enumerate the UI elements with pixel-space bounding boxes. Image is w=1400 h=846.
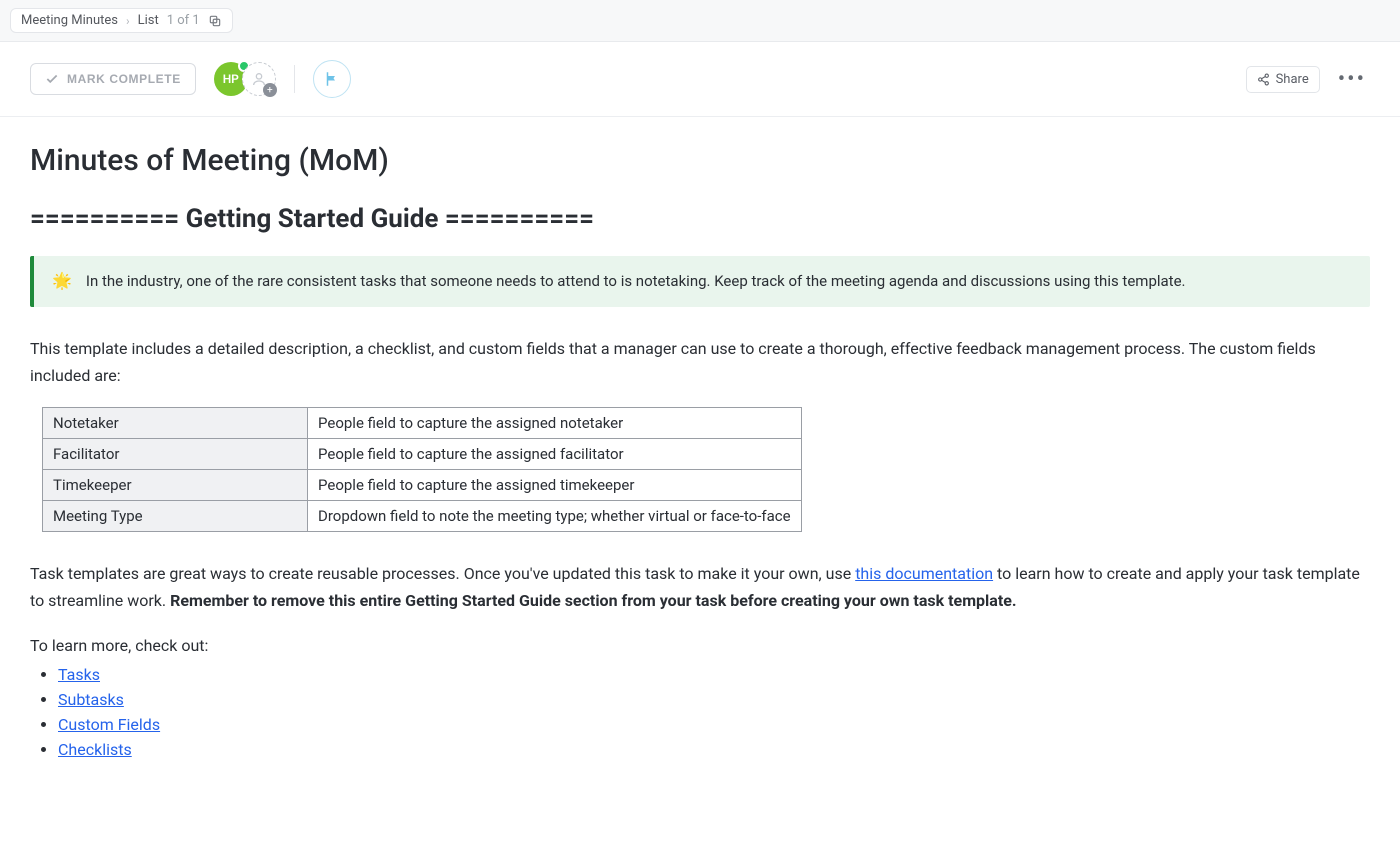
share-button[interactable]: Share [1246, 66, 1320, 93]
table-row: Notetaker People field to capture the as… [43, 407, 802, 438]
learn-link-custom-fields[interactable]: Custom Fields [58, 715, 160, 734]
plus-icon: + [263, 83, 277, 97]
flag-icon [323, 70, 341, 88]
add-assignee-button[interactable]: + [242, 62, 276, 96]
mark-complete-label: MARK COMPLETE [67, 72, 181, 86]
learn-link-checklists[interactable]: Checklists [58, 740, 132, 759]
task-content: Minutes of Meeting (MoM) ========== Gett… [0, 117, 1400, 805]
priority-flag-button[interactable] [313, 60, 351, 98]
divider [294, 65, 295, 93]
template-para-pre: Task templates are great ways to create … [30, 564, 855, 583]
table-row: Meeting Type Dropdown field to note the … [43, 500, 802, 531]
field-desc: People field to capture the assigned fac… [308, 438, 802, 469]
field-desc: People field to capture the assigned tim… [308, 469, 802, 500]
top-bar: Meeting Minutes › List 1 of 1 [0, 0, 1400, 42]
chevron-right-icon: › [126, 14, 130, 28]
share-icon [1257, 73, 1270, 86]
field-name: Meeting Type [43, 500, 308, 531]
template-paragraph: Task templates are great ways to create … [30, 560, 1370, 614]
template-para-bold: Remember to remove this entire Getting S… [170, 591, 1016, 610]
assignee-cluster: HP + [214, 62, 276, 96]
more-menu-button[interactable]: ••• [1334, 67, 1370, 92]
breadcrumb-count: 1 of 1 [167, 13, 200, 28]
field-desc: People field to capture the assigned not… [308, 407, 802, 438]
callout-box: 🌟 In the industry, one of the rare consi… [30, 256, 1370, 307]
table-row: Facilitator People field to capture the … [43, 438, 802, 469]
learn-more-label: To learn more, check out: [30, 632, 1370, 659]
mark-complete-button[interactable]: MARK COMPLETE [30, 63, 196, 95]
avatar-initials: HP [223, 72, 239, 86]
custom-fields-table: Notetaker People field to capture the as… [42, 407, 802, 532]
list-item: Checklists [58, 740, 1370, 759]
task-toolbar: MARK COMPLETE HP + Share ••• [0, 42, 1400, 117]
documentation-link[interactable]: this documentation [855, 564, 993, 583]
field-name: Timekeeper [43, 469, 308, 500]
list-item: Custom Fields [58, 715, 1370, 734]
field-desc: Dropdown field to note the meeting type;… [308, 500, 802, 531]
learn-link-tasks[interactable]: Tasks [58, 665, 100, 684]
star-icon: 🌟 [52, 271, 72, 290]
task-title[interactable]: Minutes of Meeting (MoM) [30, 143, 1370, 178]
copy-icon[interactable] [208, 14, 222, 28]
learn-link-subtasks[interactable]: Subtasks [58, 690, 124, 709]
field-name: Facilitator [43, 438, 308, 469]
breadcrumb-view[interactable]: List [138, 13, 159, 28]
list-item: Subtasks [58, 690, 1370, 709]
table-row: Timekeeper People field to capture the a… [43, 469, 802, 500]
list-item: Tasks [58, 665, 1370, 684]
intro-paragraph: This template includes a detailed descri… [30, 335, 1370, 389]
field-name: Notetaker [43, 407, 308, 438]
callout-text: In the industry, one of the rare consist… [86, 270, 1186, 293]
learn-more-list: Tasks Subtasks Custom Fields Checklists [58, 665, 1370, 759]
breadcrumb[interactable]: Meeting Minutes › List 1 of 1 [10, 8, 233, 33]
check-icon [45, 72, 59, 86]
guide-heading: ========== Getting Started Guide =======… [30, 204, 1370, 234]
share-label: Share [1276, 72, 1309, 87]
breadcrumb-parent[interactable]: Meeting Minutes [21, 13, 118, 28]
